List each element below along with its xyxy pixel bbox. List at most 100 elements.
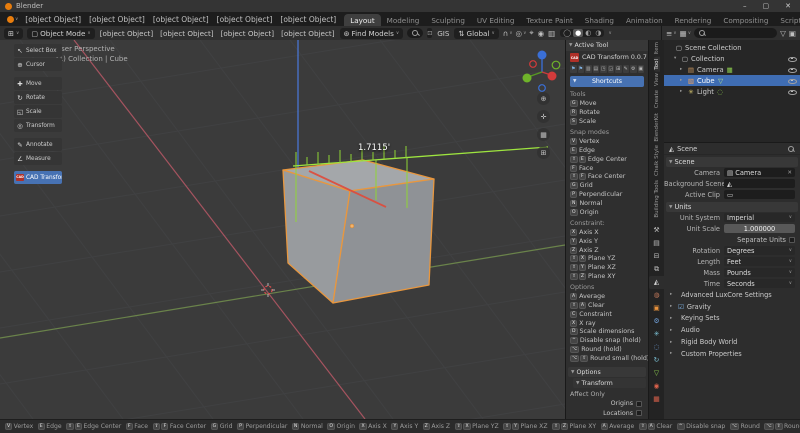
panel-checkbox-icon[interactable]: ☑ bbox=[678, 303, 684, 311]
collection-toggle-icon[interactable]: ⊡ bbox=[427, 28, 433, 38]
addon-icon[interactable]: ⚑ bbox=[570, 65, 577, 73]
workspace-tab[interactable]: Compositing bbox=[717, 14, 774, 26]
workspace-tab[interactable]: Rendering bbox=[669, 14, 718, 26]
viewport-nav-icon[interactable]: ⊞ bbox=[537, 146, 550, 159]
checkbox-row[interactable]: Locations bbox=[566, 409, 648, 419]
close-button[interactable]: ✕ bbox=[785, 2, 791, 10]
addon-icon[interactable]: ⊞ bbox=[615, 65, 622, 73]
viewport-menu-item[interactable]: [object Object] bbox=[159, 29, 214, 38]
workspace-tab[interactable]: Modeling bbox=[381, 14, 426, 26]
menu-item[interactable]: [object Object] bbox=[21, 15, 85, 24]
sidebar-tab[interactable]: Building Tools bbox=[654, 178, 660, 220]
viewport-menu-item[interactable]: [object Object] bbox=[99, 29, 154, 38]
workspace-tab[interactable]: Sculpting bbox=[425, 14, 471, 26]
separate-units-checkbox[interactable] bbox=[789, 236, 795, 243]
clear-icon[interactable]: ✕ bbox=[787, 170, 792, 176]
outliner-item-label[interactable]: Collection bbox=[691, 55, 725, 63]
model-search-input[interactable] bbox=[407, 28, 424, 38]
tool-button[interactable]: ∠ Measure bbox=[14, 152, 62, 165]
mode-dropdown[interactable]: ▢ Object Mode ∨ bbox=[27, 27, 95, 39]
blender-menu-icon[interactable]: ∨ bbox=[4, 15, 21, 23]
properties-tab-icon[interactable]: ⊟ bbox=[649, 250, 664, 263]
outliner-row[interactable]: ▸ ▧ Cube ▽ bbox=[664, 75, 800, 86]
gis-menu[interactable]: GIS bbox=[436, 29, 450, 38]
active-clip-field[interactable]: ▭ bbox=[724, 190, 795, 199]
tool-button[interactable]: ✚ Move bbox=[14, 77, 62, 90]
header-icon[interactable]: ⌖ bbox=[529, 28, 534, 38]
properties-tab-icon[interactable]: ◉ bbox=[649, 380, 664, 393]
visibility-eye-icon[interactable] bbox=[788, 66, 797, 74]
viewport-nav-icon[interactable]: ⊕ bbox=[537, 92, 550, 105]
properties-tab-icon[interactable]: ⚙ bbox=[649, 315, 664, 328]
visibility-eye-icon[interactable] bbox=[788, 88, 797, 96]
workspace-tab[interactable]: Animation bbox=[620, 14, 669, 26]
collapsed-panel-header[interactable]: ▸ Keying Sets bbox=[664, 313, 800, 325]
addon-icon[interactable]: ⚑ bbox=[577, 65, 584, 73]
sidebar-tab[interactable]: Tool bbox=[653, 56, 660, 72]
expand-arrow-icon[interactable]: ▾ bbox=[674, 56, 679, 61]
header-icon[interactable]: ∩ ∨ bbox=[503, 28, 513, 38]
collapsed-panel-header[interactable]: ▸ Advanced LuxCore Settings bbox=[664, 289, 800, 301]
sidebar-tab[interactable]: View bbox=[654, 71, 660, 88]
outliner-item-label[interactable]: Scene Collection bbox=[685, 44, 742, 52]
header-icon[interactable]: ▥ bbox=[548, 28, 556, 38]
addon-icon[interactable]: ⚙ bbox=[630, 65, 637, 73]
tool-button[interactable]: ↖ Select Box bbox=[14, 44, 62, 57]
transform-panel-header[interactable]: ▼ Transform bbox=[573, 378, 646, 388]
scene-panel-header[interactable]: ▼ Scene bbox=[666, 157, 798, 167]
outliner-display-icon[interactable]: ▦ ∨ bbox=[680, 29, 691, 38]
search-icon[interactable] bbox=[787, 145, 795, 153]
menu-item[interactable]: [object Object] bbox=[276, 15, 340, 24]
addon-icon[interactable]: ◲ bbox=[607, 65, 614, 73]
shading-dropdown-icon[interactable]: ∨ bbox=[608, 31, 611, 36]
workspace-tab[interactable]: Texture Paint bbox=[520, 14, 578, 26]
unit-scale-slider[interactable]: 1.000000 bbox=[724, 224, 795, 233]
tool-button[interactable]: ◱ Scale bbox=[14, 105, 62, 118]
properties-tab-icon[interactable]: ▦ bbox=[649, 393, 664, 406]
properties-tab-icon[interactable]: ▽ bbox=[649, 367, 664, 380]
addon-icon[interactable]: ▣ bbox=[637, 65, 644, 73]
sidebar-tab[interactable]: Create bbox=[654, 88, 660, 110]
units-panel-header[interactable]: ▼ Units bbox=[666, 202, 798, 212]
shading-mode-icon[interactable]: ◑ bbox=[593, 29, 603, 37]
outliner-item-label[interactable]: Cube bbox=[697, 77, 715, 85]
filter-icon[interactable]: ▽ bbox=[780, 29, 786, 38]
active-tool-panel-header[interactable]: ▼ Active Tool bbox=[566, 40, 648, 51]
properties-tab-icon[interactable]: ◌ bbox=[649, 341, 664, 354]
rotation-dropdown[interactable]: Degrees ∨ bbox=[724, 246, 795, 255]
navigation-gizmo[interactable] bbox=[518, 46, 565, 94]
collapsed-panel-header[interactable]: ▸ Audio bbox=[664, 324, 800, 336]
collapsed-panel-header[interactable]: ▸ Rigid Body World bbox=[664, 336, 800, 348]
shortcuts-button[interactable]: ▼ Shortcuts bbox=[570, 76, 644, 87]
editor-type-button[interactable]: ⊞ ∨ bbox=[4, 27, 24, 39]
properties-tab-icon[interactable]: ⚒ bbox=[649, 224, 664, 237]
outliner-row[interactable]: ▸ ✳ Light ◌ bbox=[664, 86, 800, 97]
checkbox[interactable] bbox=[636, 400, 642, 407]
outliner-search-input[interactable] bbox=[693, 28, 778, 38]
workspace-tab[interactable]: Scripting bbox=[774, 14, 800, 26]
shading-mode-icon[interactable]: ● bbox=[573, 29, 584, 37]
workspace-tab[interactable]: UV Editing bbox=[471, 14, 521, 26]
outliner-row[interactable]: ▸ ▤ Camera ▦ bbox=[664, 64, 800, 75]
find-models-dropdown[interactable]: ⊛ Find Models ∨ bbox=[339, 27, 404, 39]
viewport-nav-icon[interactable]: ▦ bbox=[537, 128, 550, 141]
new-collection-icon[interactable]: ▣ bbox=[789, 29, 796, 38]
separate-units-row[interactable]: Separate Units bbox=[664, 234, 800, 245]
addon-icon[interactable]: ▥ bbox=[585, 65, 592, 73]
tool-button[interactable]: ↻ Rotate bbox=[14, 91, 62, 104]
properties-tab-icon[interactable]: ◍ bbox=[649, 289, 664, 302]
properties-tab-icon[interactable]: ↻ bbox=[649, 354, 664, 367]
shading-mode-icon[interactable]: ◯ bbox=[561, 29, 573, 37]
unit-system-dropdown[interactable]: Imperial ∨ bbox=[724, 213, 795, 222]
properties-tab-icon[interactable]: ▣ bbox=[649, 302, 664, 315]
visibility-eye-icon[interactable] bbox=[788, 55, 797, 63]
checkbox-row[interactable]: Origins bbox=[566, 399, 648, 409]
outliner-row[interactable]: ▾ ▢ Collection bbox=[664, 53, 800, 64]
addon-icon[interactable]: ◳ bbox=[600, 65, 607, 73]
outliner-item-label[interactable]: Light bbox=[697, 88, 714, 96]
sidebar-tab[interactable]: BlenderKit bbox=[654, 111, 660, 144]
minimize-button[interactable]: – bbox=[743, 2, 747, 10]
header-icon[interactable]: ◉ bbox=[538, 28, 546, 38]
camera-field[interactable]: ▤ Camera ✕ bbox=[724, 168, 795, 177]
outliner-editor-icon[interactable]: ≡ ∨ bbox=[666, 29, 677, 38]
